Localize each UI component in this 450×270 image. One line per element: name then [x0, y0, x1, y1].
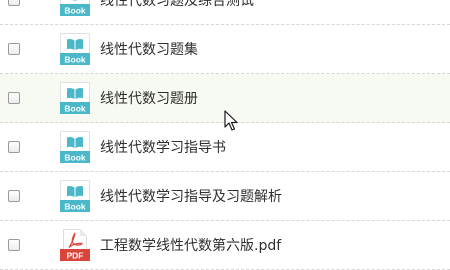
select-checkbox[interactable] — [8, 43, 20, 55]
file-type-label: PDF — [67, 251, 84, 261]
select-checkbox[interactable] — [8, 239, 20, 251]
book-file-icon[interactable]: Book — [60, 82, 90, 114]
file-list: Book 线性代数习题及综合测试 Book 线性代数习题集 Book 线性代数习题册 Boo… — [0, 0, 450, 270]
select-checkbox[interactable] — [8, 141, 20, 153]
file-type-label: Book — [64, 104, 86, 114]
book-file-icon[interactable]: Book — [60, 131, 90, 163]
book-file-icon[interactable]: Book — [60, 33, 90, 65]
file-row[interactable]: Book 线性代数习题集 — [0, 25, 450, 74]
select-checkbox[interactable] — [8, 92, 20, 104]
file-row[interactable]: Book 线性代数习题册 — [0, 74, 450, 123]
file-row[interactable]: PDF 工程数学线性代数第六版.pdf — [0, 221, 450, 270]
book-file-icon[interactable]: Book — [60, 0, 90, 16]
file-type-label: Book — [64, 6, 86, 16]
file-name-link[interactable]: 线性代数学习指导及习题解析 — [100, 186, 282, 206]
file-type-label: Book — [64, 202, 86, 212]
file-name-link[interactable]: 线性代数习题册 — [100, 88, 198, 108]
file-row[interactable]: Book 线性代数学习指导及习题解析 — [0, 172, 450, 221]
book-file-icon[interactable]: Book — [60, 180, 90, 212]
pdf-file-icon[interactable]: PDF — [60, 229, 90, 261]
file-row[interactable]: Book 线性代数学习指导书 — [0, 123, 450, 172]
file-name-link[interactable]: 线性代数学习指导书 — [100, 137, 226, 157]
file-type-label: Book — [64, 153, 86, 163]
select-checkbox[interactable] — [8, 190, 20, 202]
select-checkbox[interactable] — [8, 0, 20, 6]
file-row[interactable]: Book 线性代数习题及综合测试 — [0, 0, 450, 25]
file-name-link[interactable]: 线性代数习题集 — [100, 39, 198, 59]
file-name-link[interactable]: 线性代数习题及综合测试 — [100, 0, 254, 10]
file-name-link[interactable]: 工程数学线性代数第六版.pdf — [100, 235, 281, 255]
file-type-label: Book — [64, 55, 86, 65]
